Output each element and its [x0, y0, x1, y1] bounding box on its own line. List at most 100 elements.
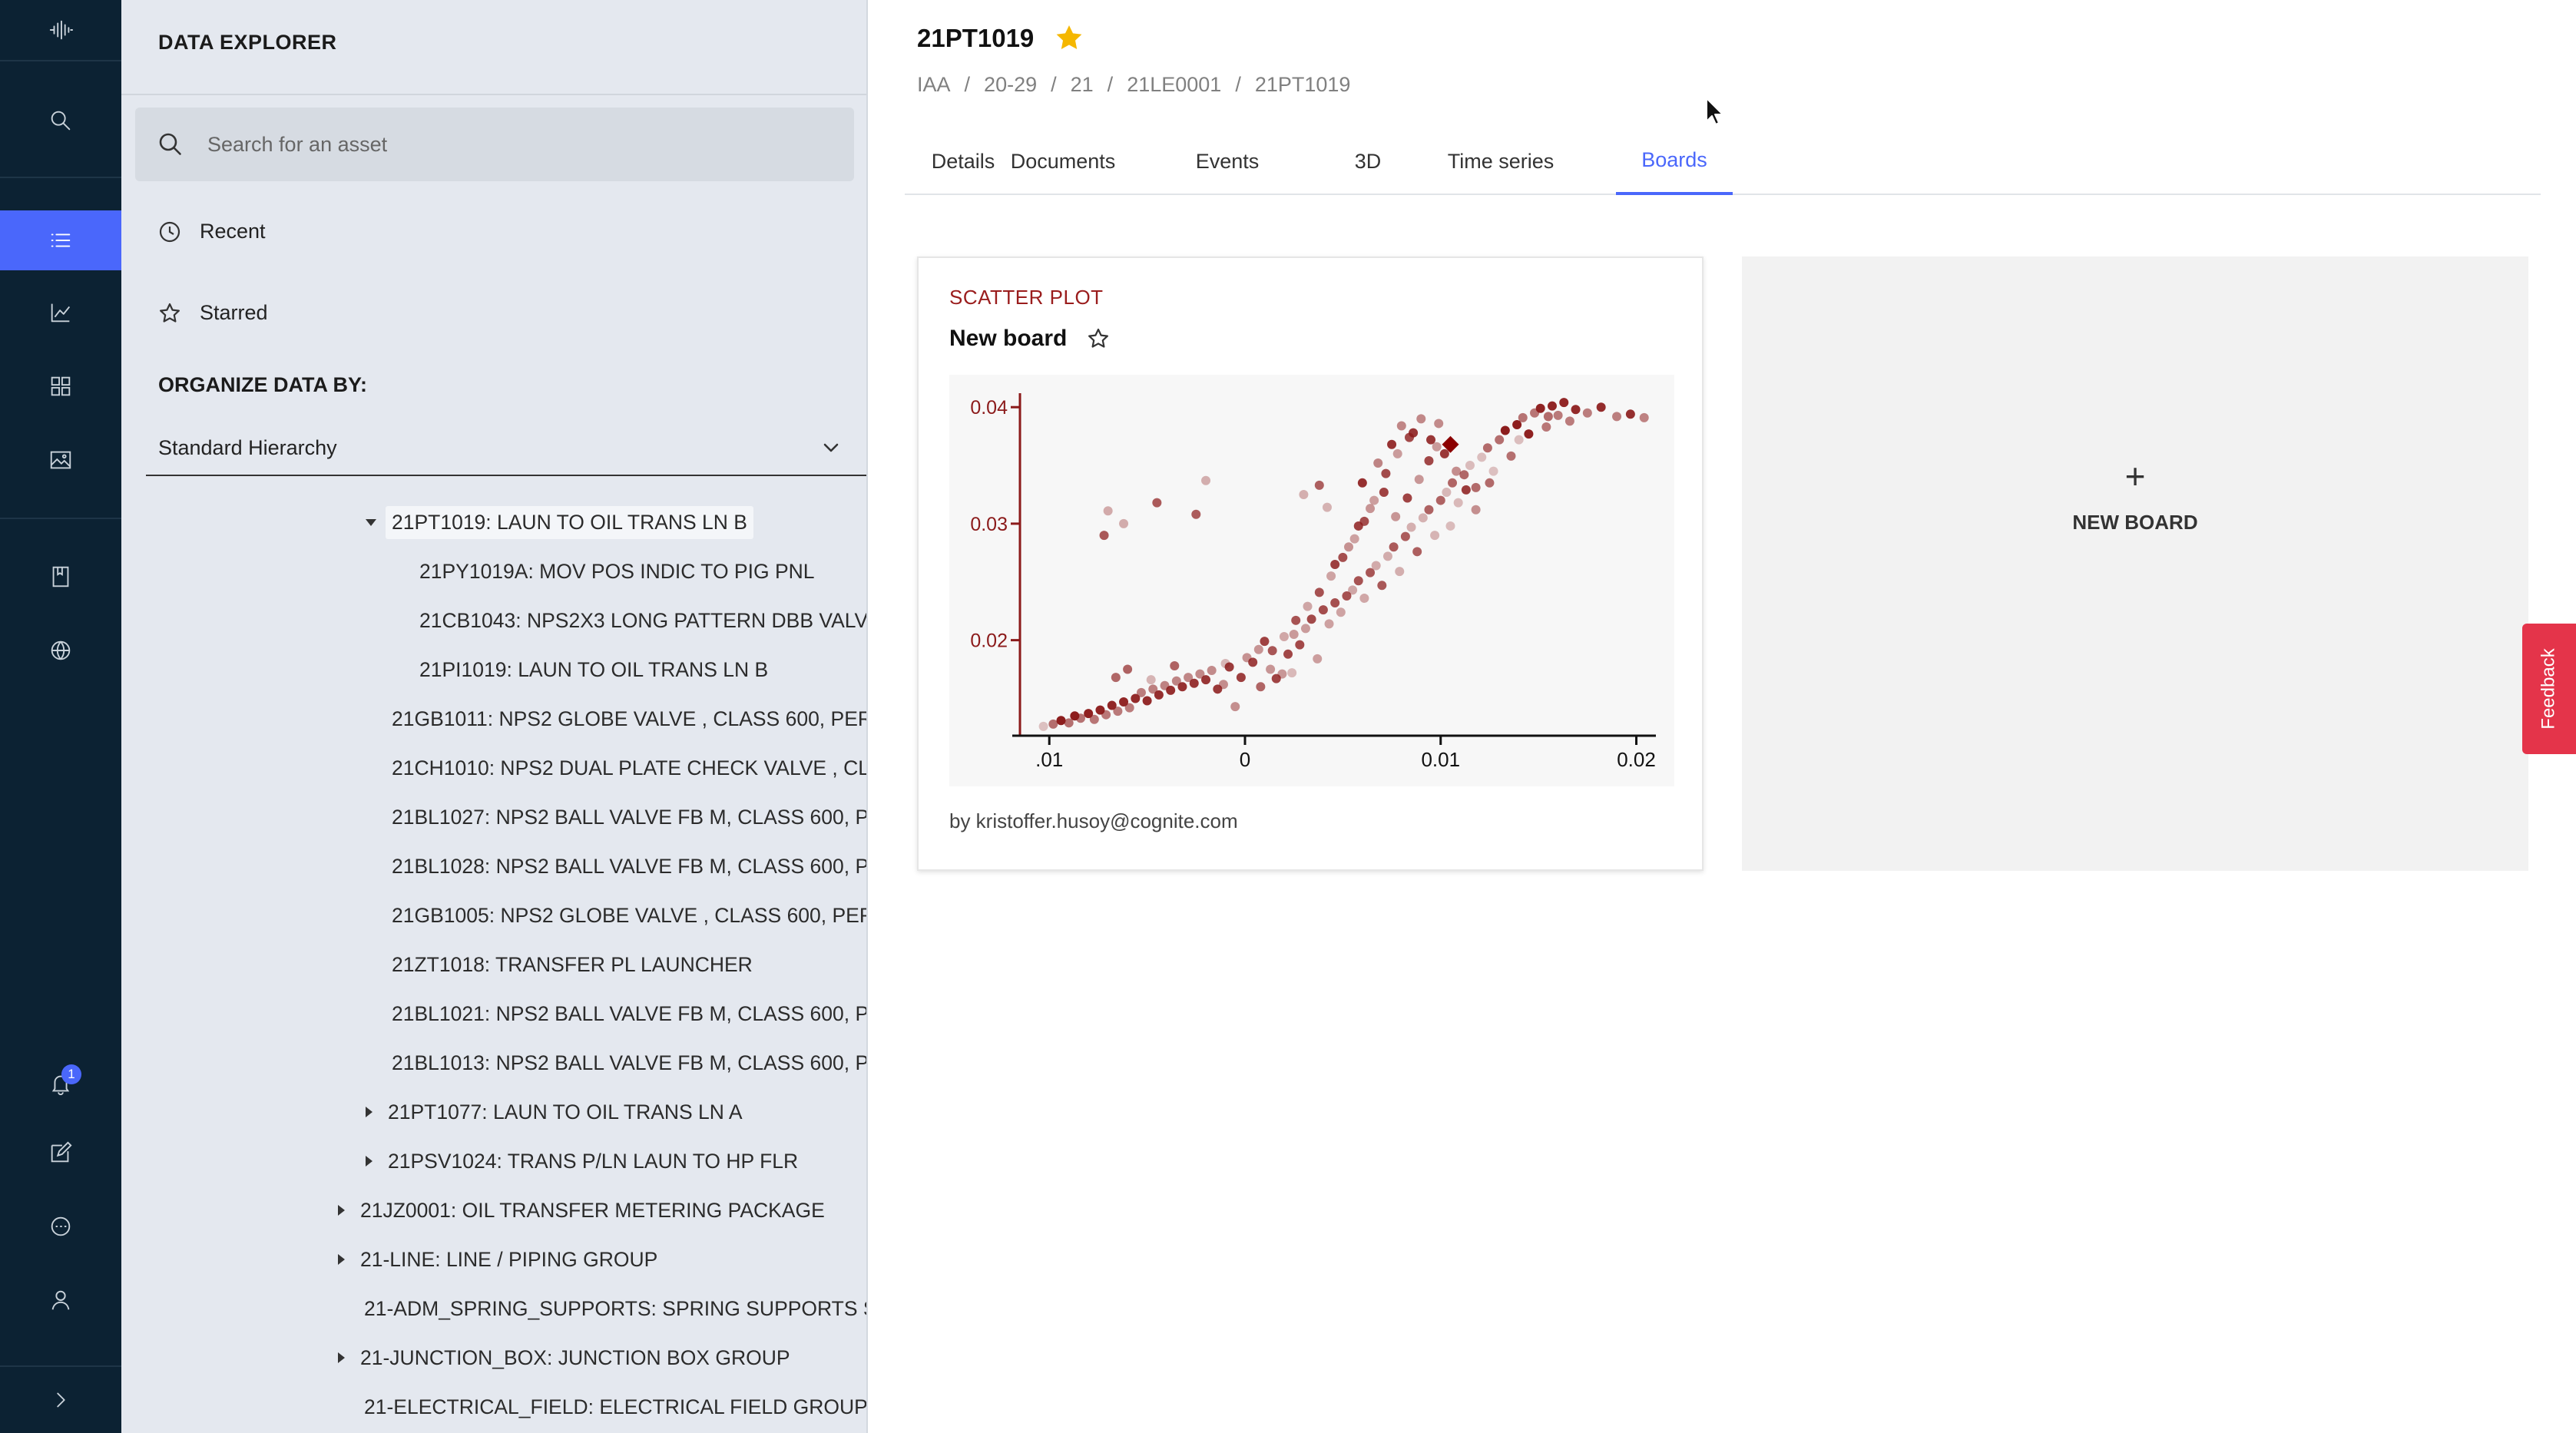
tree-item[interactable]: 21CH1010: NPS2 DUAL PLATE CHECK VALVE , …	[392, 746, 866, 789]
hierarchy-select[interactable]: Standard Hierarchy	[146, 421, 866, 476]
rail-divider	[0, 177, 121, 178]
tree-item-label: 21-ELECTRICAL_FIELD: ELECTRICAL FIELD GR…	[364, 1395, 868, 1418]
tree-item[interactable]: 21GB1005: NPS2 GLOBE VALVE , CLASS 600, …	[392, 894, 866, 937]
logo-icon[interactable]	[0, 0, 121, 60]
scatter-chart-area: 0.02 0.03 0.04 .01 0 0.01 0.02	[949, 375, 1674, 786]
chevron-right-icon[interactable]	[0, 1370, 121, 1430]
tree-item[interactable]: 21ZT1018: TRANSFER PL LAUNCHER	[392, 943, 753, 986]
tree-item-label: 21-JUNCTION_BOX: JUNCTION BOX GROUP	[360, 1345, 790, 1369]
tree-item[interactable]: 21JZ0001: OIL TRANSFER METERING PACKAGE	[338, 1189, 825, 1232]
tree-item[interactable]: 21BL1027: NPS2 BALL VALVE FB M, CLASS 60…	[392, 796, 866, 839]
breadcrumb-item[interactable]: 21LE0001	[1127, 73, 1221, 97]
recent-link[interactable]: Recent	[158, 220, 266, 243]
new-board-button[interactable]: + NEW BOARD	[1742, 256, 2528, 871]
scatter-point	[1418, 513, 1428, 523]
scatter-point	[1369, 495, 1379, 505]
caret-right-icon[interactable]	[338, 1254, 345, 1265]
tree-item-label: 21GB1005: NPS2 GLOBE VALVE , CLASS 600, …	[392, 903, 866, 927]
tree-item[interactable]: 21BL1028: NPS2 BALL VALVE FB M, CLASS 60…	[392, 845, 866, 888]
tree-item-label: 21CB1043: NPS2X3 LONG PATTERN DBB VALVE …	[419, 608, 868, 632]
tab-3d[interactable]: 3D	[1333, 127, 1402, 195]
notebook-icon[interactable]	[0, 547, 121, 607]
scatter-point	[1400, 531, 1410, 541]
caret-right-icon[interactable]	[338, 1352, 345, 1363]
tree-item[interactable]: 21BL1021: NPS2 BALL VALVE FB M, CLASS 60…	[392, 992, 868, 1035]
breadcrumb-item[interactable]: IAA	[917, 73, 951, 97]
board-name: New board	[949, 326, 1068, 351]
tree-item[interactable]: 21CB1043: NPS2X3 LONG PATTERN DBB VALVE …	[419, 599, 868, 642]
chat-icon[interactable]	[0, 1196, 121, 1256]
scatter-point	[1154, 690, 1164, 700]
star-outline-icon[interactable]	[1087, 327, 1110, 350]
board-card[interactable]: SCATTER PLOT New board 0.02 0.03 0.04.01 0 0…	[917, 256, 1704, 871]
search-input[interactable]	[207, 132, 806, 157]
scatter-point	[1541, 422, 1551, 432]
bell-icon[interactable]	[0, 1054, 121, 1114]
scatter-point	[1291, 615, 1301, 625]
scatter-point	[1430, 531, 1440, 541]
feedback-button[interactable]: Feedback	[2522, 624, 2576, 754]
edit-icon[interactable]	[0, 1123, 121, 1183]
scatter-point	[1465, 461, 1475, 471]
tree-item[interactable]: 21BL1013: NPS2 BALL VALVE FB M, CLASS 60…	[392, 1041, 866, 1084]
star-filled-icon[interactable]	[1054, 23, 1084, 54]
tree-item[interactable]: 21PT1077: LAUN TO OIL TRANS LN A	[366, 1090, 743, 1133]
rail-divider	[0, 60, 121, 61]
scatter-point	[1136, 687, 1146, 697]
scatter-point	[1344, 542, 1354, 552]
tree-item[interactable]: 21PSV1024: TRANS P/LN LAUN TO HP FLR	[366, 1140, 798, 1183]
main-content: 21PT1019 IAA/20-29/21/21LE0001/21PT1019 …	[868, 0, 2576, 1433]
scatter-point	[1359, 516, 1369, 526]
scatter-point	[1445, 521, 1455, 531]
board-title: New board	[949, 326, 1110, 352]
breadcrumb-item[interactable]: 21	[1071, 73, 1094, 97]
scatter-point	[1089, 714, 1099, 724]
tree-item[interactable]: 21-ELECTRICAL_FIELD: ELECTRICAL FIELD GR…	[364, 1385, 868, 1428]
tree-item[interactable]: 21PT1019: LAUN TO OIL TRANS LN B	[366, 501, 753, 544]
caret-right-icon[interactable]	[338, 1205, 345, 1216]
scatter-point	[1152, 498, 1162, 508]
caret-down-icon[interactable]	[366, 518, 376, 526]
tab-events[interactable]: Events	[1189, 127, 1266, 195]
breadcrumb-item[interactable]: 21PT1019	[1255, 73, 1351, 97]
tab-documents[interactable]: Documents	[1009, 127, 1117, 195]
image-icon[interactable]	[0, 430, 121, 490]
caret-right-icon[interactable]	[366, 1156, 372, 1167]
breadcrumb-item[interactable]: 20-29	[984, 73, 1037, 97]
scatter-point	[1359, 593, 1369, 603]
scatter-point	[1416, 414, 1426, 424]
tree-item[interactable]: 21PI1019: LAUN TO OIL TRANS LN B	[419, 648, 768, 691]
globe-icon[interactable]	[0, 621, 121, 680]
tree-item[interactable]: 21-ADM_SPRING_SUPPORTS: SPRING SUPPORTS …	[364, 1287, 866, 1330]
starred-link[interactable]: Starred	[158, 301, 268, 325]
scatter-point	[1314, 480, 1324, 490]
scatter-point	[1392, 448, 1402, 458]
tree-item-label: 21BL1021: NPS2 BALL VALVE FB M, CLASS 60…	[392, 1001, 868, 1025]
user-icon[interactable]	[0, 1270, 121, 1330]
tree-item[interactable]: 21GB1011: NPS2 GLOBE VALVE , CLASS 600, …	[392, 697, 866, 740]
tree-item[interactable]: 21PY1019A: MOV POS INDIC TO PIG PNL	[419, 550, 815, 593]
panel-title: DATA EXPLORER	[158, 31, 337, 54]
tree-item[interactable]: 21-LINE: LINE / PIPING GROUP	[338, 1238, 657, 1281]
search-icon[interactable]	[0, 91, 121, 151]
scatter-point	[1459, 470, 1469, 480]
caret-right-icon[interactable]	[366, 1107, 372, 1117]
tree-item-label: 21PT1019: LAUN TO OIL TRANS LN B	[386, 505, 753, 539]
y-tick-label: 0.04	[970, 397, 1008, 419]
tab-details[interactable]: Details	[917, 127, 1009, 195]
scatter-point	[1379, 487, 1389, 497]
tree-item[interactable]: 21-JUNCTION_BOX: JUNCTION BOX GROUP	[338, 1336, 790, 1379]
chart-icon[interactable]	[0, 283, 121, 343]
scatter-point	[1506, 451, 1516, 461]
scatter-point	[1189, 678, 1199, 688]
list-icon[interactable]	[0, 210, 121, 270]
asset-search-box[interactable]	[135, 108, 854, 181]
grid-icon[interactable]	[0, 356, 121, 416]
scatter-point	[1253, 644, 1263, 654]
x-tick-label: .01	[1035, 748, 1063, 771]
scatter-point	[1322, 502, 1332, 512]
tab-time-series[interactable]: Time series	[1439, 127, 1562, 195]
plus-icon: +	[2124, 455, 2146, 496]
tab-boards[interactable]: Boards	[1616, 127, 1733, 195]
scatter-point	[1612, 412, 1622, 422]
